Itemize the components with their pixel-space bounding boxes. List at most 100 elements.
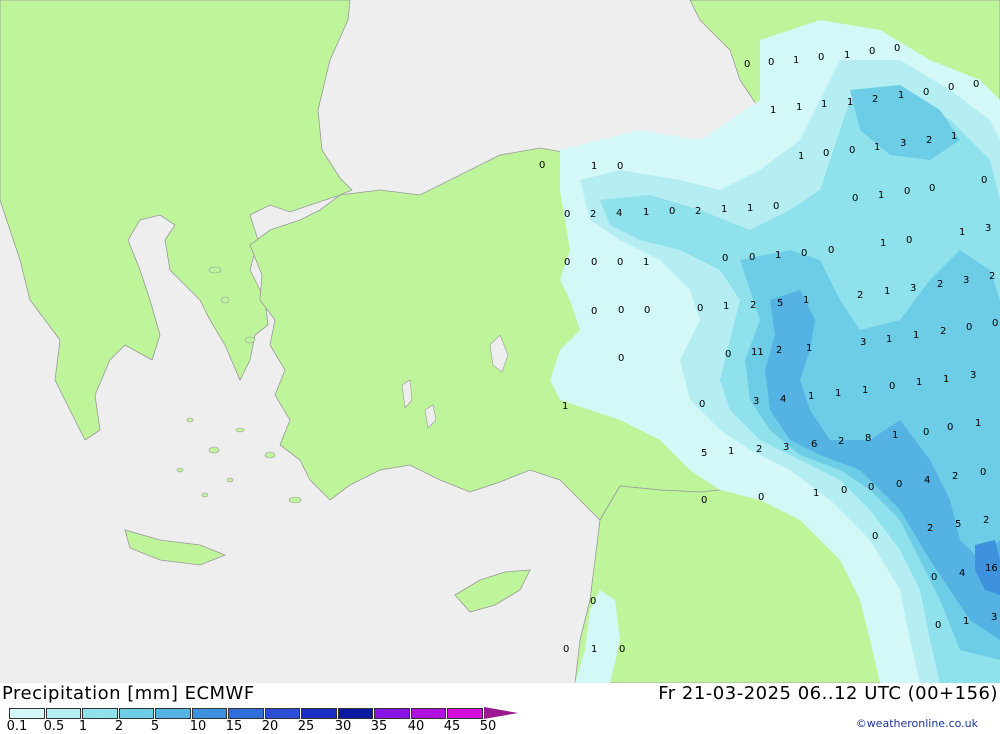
point-value: 6 xyxy=(811,439,817,450)
point-value: 0 xyxy=(768,57,774,68)
legend-color-bar xyxy=(9,707,518,719)
point-value: 1 xyxy=(562,401,568,412)
map-title: Precipitation [mm] ECMWF xyxy=(2,683,255,704)
legend-swatch xyxy=(301,708,337,719)
point-value: 2 xyxy=(940,326,946,337)
point-value: 2 xyxy=(756,444,762,455)
point-value: 0 xyxy=(618,305,624,316)
point-value: 1 xyxy=(963,616,969,627)
point-value: 1 xyxy=(747,203,753,214)
footer: Precipitation [mm] ECMWF Fr 21-03-2025 0… xyxy=(0,683,1000,734)
point-value: 0 xyxy=(935,620,941,631)
point-value: 0 xyxy=(669,206,675,217)
point-value: 1 xyxy=(813,488,819,499)
point-value: 3 xyxy=(860,337,866,348)
point-value: 5 xyxy=(777,298,783,309)
point-value: 0 xyxy=(591,257,597,268)
point-value: 0 xyxy=(931,572,937,583)
point-value: 0 xyxy=(563,644,569,655)
point-value: 3 xyxy=(783,442,789,453)
point-value: 1 xyxy=(835,388,841,399)
point-value: 3 xyxy=(900,138,906,149)
legend-tick-label: 25 xyxy=(297,719,315,734)
point-value: 0 xyxy=(872,531,878,542)
point-value: 1 xyxy=(793,55,799,66)
point-value: 3 xyxy=(753,396,759,407)
legend-tick-labels: 0.1 0.5 1 2 5 10 15 20 25 30 35 40 45 50 xyxy=(0,719,540,734)
point-value: 1 xyxy=(844,50,850,61)
point-value: 0 xyxy=(644,305,650,316)
point-value: 0 xyxy=(923,427,929,438)
point-value: 0 xyxy=(617,161,623,172)
point-value: 1 xyxy=(951,131,957,142)
point-value: 1 xyxy=(943,374,949,385)
point-value: 1 xyxy=(770,105,776,116)
legend-tick-label: 2 xyxy=(114,719,124,734)
point-value: 0 xyxy=(818,52,824,63)
legend-tick-label: 0.1 xyxy=(6,719,28,734)
point-value: 1 xyxy=(898,90,904,101)
point-value: 0 xyxy=(564,209,570,220)
point-value: 0 xyxy=(894,43,900,54)
point-value: 11 xyxy=(751,347,764,358)
point-value: 4 xyxy=(959,568,965,579)
point-value: 1 xyxy=(591,161,597,172)
point-value: 4 xyxy=(924,475,930,486)
point-value: 0 xyxy=(929,183,935,194)
legend-arrow xyxy=(483,707,518,719)
point-value: 0 xyxy=(590,596,596,607)
legend-tick-label: 50 xyxy=(479,719,497,734)
point-value: 0 xyxy=(744,59,750,70)
point-value: 5 xyxy=(955,519,961,530)
point-value: 0 xyxy=(896,479,902,490)
legend-swatch xyxy=(447,708,483,719)
point-value: 2 xyxy=(926,135,932,146)
point-value: 0 xyxy=(904,186,910,197)
point-value: 1 xyxy=(880,238,886,249)
point-value: 0 xyxy=(889,381,895,392)
point-value: 0 xyxy=(828,245,834,256)
point-value: 0 xyxy=(992,318,998,329)
point-value: 2 xyxy=(590,209,596,220)
point-value: 1 xyxy=(916,377,922,388)
point-value: 0 xyxy=(947,422,953,433)
point-value: 3 xyxy=(985,223,991,234)
point-value: 1 xyxy=(862,385,868,396)
point-value: 0 xyxy=(852,193,858,204)
precipitation-map: 0 0 1 0 1 0 0 1 1 1 1 2 1 0 0 0 0 1 0 1 … xyxy=(0,0,1000,683)
point-value: 0 xyxy=(725,349,731,360)
point-value: 0 xyxy=(749,252,755,263)
point-value: 0 xyxy=(564,257,570,268)
point-value: 1 xyxy=(796,102,802,113)
point-value: 0 xyxy=(697,303,703,314)
legend-tick-label: 1 xyxy=(78,719,88,734)
point-value: 4 xyxy=(780,394,786,405)
legend-swatch xyxy=(155,708,191,719)
point-value: 8 xyxy=(865,433,871,444)
legend-tick-label: 15 xyxy=(225,719,243,734)
point-value: 0 xyxy=(823,148,829,159)
point-value: 2 xyxy=(983,515,989,526)
point-value: 1 xyxy=(803,295,809,306)
point-value: 0 xyxy=(722,253,728,264)
point-value: 1 xyxy=(728,446,734,457)
point-value: 1 xyxy=(643,207,649,218)
legend-tick-label: 0.5 xyxy=(43,719,65,734)
legend-tick-label: 40 xyxy=(407,719,425,734)
point-value: 0 xyxy=(539,160,545,171)
point-value: 0 xyxy=(966,322,972,333)
point-value: 1 xyxy=(808,391,814,402)
point-value: 2 xyxy=(927,523,933,534)
point-value: 0 xyxy=(841,485,847,496)
point-value: 0 xyxy=(869,46,875,57)
point-value: 2 xyxy=(750,300,756,311)
credit-link[interactable]: ©weatheronline.co.uk xyxy=(856,717,978,730)
point-value: 0 xyxy=(980,467,986,478)
point-value: 0 xyxy=(981,175,987,186)
point-value: 1 xyxy=(975,418,981,429)
legend-swatch xyxy=(191,708,227,719)
point-value: 2 xyxy=(952,471,958,482)
legend-swatch xyxy=(410,708,446,719)
point-value: 0 xyxy=(973,79,979,90)
point-value: 3 xyxy=(910,283,916,294)
